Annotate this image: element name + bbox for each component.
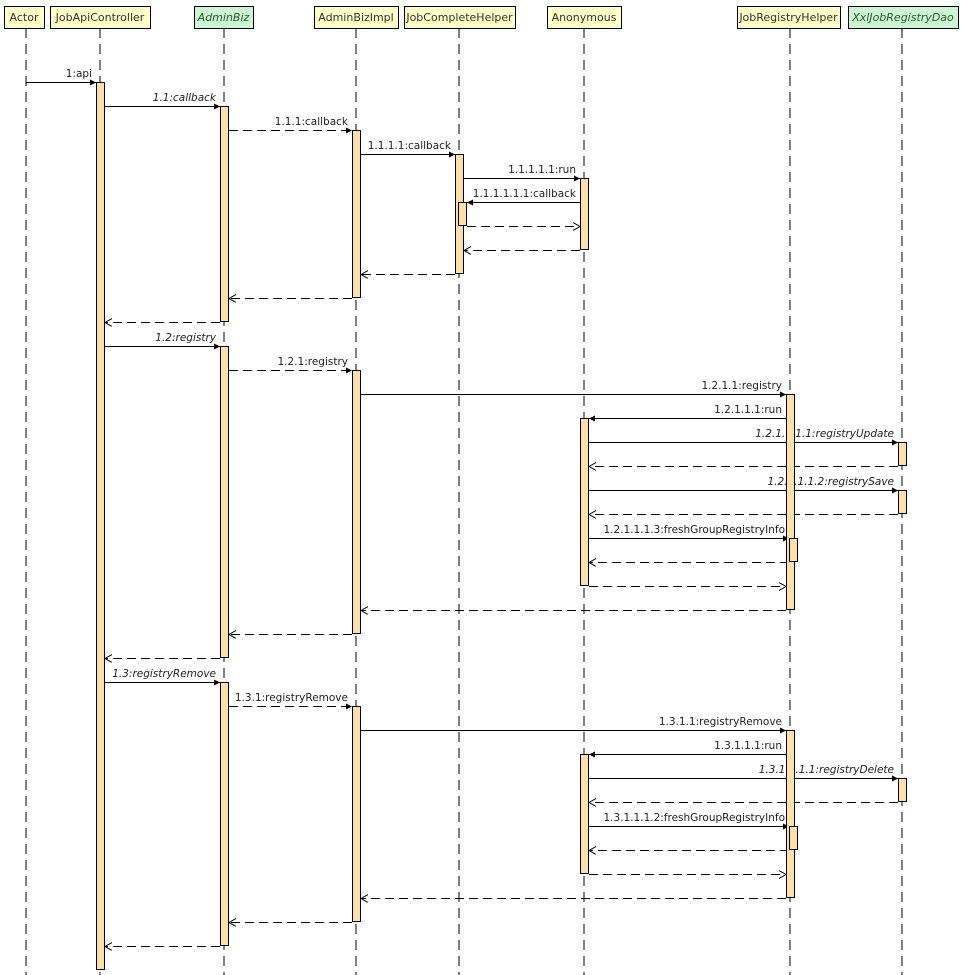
activation-bar-jobregistryhelper <box>789 538 798 562</box>
message-1.2.1.1.1.3: 1.2.1.1.1.3:freshGroupRegistryInfo <box>589 524 789 542</box>
message-1.1.1.1: 1.1.1.1:callback <box>361 140 455 158</box>
activation-bar-jobcompletehelper <box>458 202 467 226</box>
activation-bar-xxljobregistrydao <box>898 778 907 802</box>
participant-name: AdminBizImpl <box>318 11 393 24</box>
message-1.2.1.1.1.2: 1.2.1.1.1.2:registrySave <box>589 476 898 494</box>
message-label: 1.3.1:registryRemove <box>235 692 348 704</box>
activation-bar-adminbizimpl <box>352 706 361 922</box>
message-1.1: 1.1:callback <box>105 92 220 110</box>
message-1.2.1.1: 1.2.1.1:registry <box>361 380 786 398</box>
message-label: 1.1:callback <box>153 92 217 104</box>
message-label: 1.3:registryRemove <box>112 668 216 680</box>
message-1.3.1.1.1: 1.3.1.1.1:run <box>589 740 786 758</box>
participant-adminbizimpl[interactable]: AdminBizImpl <box>314 6 399 29</box>
activation-bar-xxljobregistrydao <box>898 442 907 466</box>
message-label: 1.1.1.1.1:run <box>508 164 576 176</box>
message-label: 1.2.1:registry <box>277 356 348 368</box>
message-label: 1:api <box>66 68 92 80</box>
message-1.3.1.1.1.2: 1.3.1.1.1.2:freshGroupRegistryInfo <box>589 812 789 830</box>
message-1: 1:api <box>26 68 96 86</box>
participant-actor[interactable]: Actor <box>4 6 45 29</box>
message-1.3: 1.3:registryRemove <box>105 668 220 686</box>
activation-bar-adminbiz <box>220 106 229 322</box>
activation-bar-anonymous <box>580 754 589 874</box>
activation-bar-jobregistryhelper <box>789 826 798 850</box>
message-label: 1.1.1:callback <box>275 116 349 128</box>
participant-anonymous[interactable]: Anonymous <box>547 6 622 29</box>
message-label: 1.1.1.1.1.1:callback <box>473 188 577 200</box>
message-label: 1.3.1.1.1.1:registryDelete <box>759 764 894 776</box>
participant-jobcompletehelper[interactable]: JobCompleteHelper <box>404 6 516 29</box>
activation-bar-xxljobregistrydao <box>898 490 907 514</box>
activation-bar-jobregistryhelper <box>786 730 795 898</box>
participant-xxljobregistrydao[interactable]: XxlJobRegistryDao <box>848 6 959 29</box>
activation-bar-adminbiz <box>220 682 229 946</box>
participant-name: XxlJobRegistryDao <box>851 11 954 24</box>
activation-bar-adminbiz <box>220 346 229 658</box>
message-label: 1.2:registry <box>155 332 216 344</box>
participant-name: JobCompleteHelper <box>405 11 513 24</box>
message-1.2.1: 1.2.1:registry <box>229 356 352 374</box>
message-1.2.1.1.1.1: 1.2.1.1.1.1:registryUpdate <box>589 428 898 446</box>
message-label: 1.2.1.1.1:run <box>714 404 782 416</box>
message-1.3.1.1.1.1: 1.3.1.1.1.1:registryDelete <box>589 764 898 782</box>
message-label: 1.2.1.1.1.1:registryUpdate <box>755 428 894 440</box>
message-label: 1.1.1.1:callback <box>368 140 452 152</box>
activation-bar-jobapicontroller <box>96 82 105 970</box>
activation-bar-anonymous <box>580 418 589 586</box>
message-1.1.1: 1.1.1:callback <box>229 116 352 134</box>
participant-jobregistryhelper[interactable]: JobRegistryHelper <box>737 6 841 29</box>
participant-name: Actor <box>10 11 39 24</box>
message-label: 1.3.1.1:registryRemove <box>659 716 782 728</box>
message-label: 1.3.1.1.1.2:freshGroupRegistryInfo <box>604 812 786 824</box>
participant-jobapicontroller[interactable]: JobApiController <box>50 6 151 29</box>
message-1.1.1.1.1.1: 1.1.1.1.1.1:callback <box>467 188 580 206</box>
message-1.2.1.1.1: 1.2.1.1.1:run <box>589 404 786 422</box>
participant-adminbiz[interactable]: AdminBiz <box>194 6 254 29</box>
message-1.3.1: 1.3.1:registryRemove <box>229 692 352 710</box>
message-label: 1.3.1.1.1:run <box>714 740 782 752</box>
message-label: 1.2.1.1:registry <box>701 380 782 392</box>
message-1.3.1.1: 1.3.1.1:registryRemove <box>361 716 786 734</box>
message-1.1.1.1.1: 1.1.1.1.1:run <box>464 164 580 182</box>
message-label: 1.2.1.1.1.3:freshGroupRegistryInfo <box>604 524 786 536</box>
activation-bar-adminbizimpl <box>352 130 361 298</box>
activation-bar-anonymous <box>580 178 589 250</box>
message-1.2: 1.2:registry <box>105 332 220 350</box>
participant-name: JobApiController <box>55 11 145 24</box>
participant-name: Anonymous <box>552 11 617 24</box>
participant-name: JobRegistryHelper <box>738 11 838 24</box>
activation-bar-jobregistryhelper <box>786 394 795 610</box>
participant-name: AdminBiz <box>197 11 250 24</box>
activation-bar-adminbizimpl <box>352 370 361 634</box>
sequence-diagram: Actor JobApiController AdminBiz AdminBizImp… <box>4 6 959 975</box>
